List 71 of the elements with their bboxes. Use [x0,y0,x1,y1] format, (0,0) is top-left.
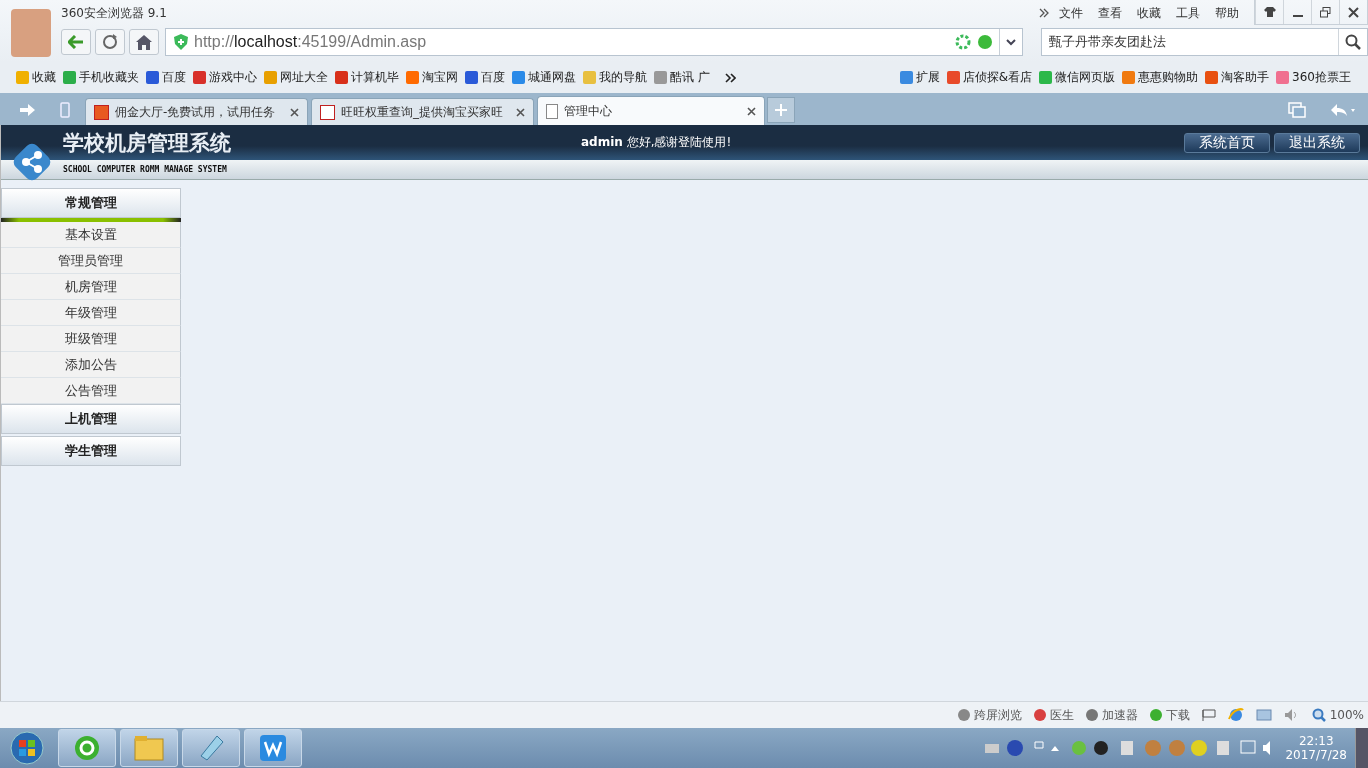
bookmark-item[interactable]: 手机收藏夹 [63,69,139,86]
status-item[interactable]: 下载 [1149,706,1190,724]
sidebar-item[interactable]: 公告管理 [1,378,181,404]
shield-icon [174,34,188,50]
home-icon [136,34,152,50]
clock-text: 22:13 2017/7/28 [1285,734,1347,762]
sidebar-section-header[interactable]: 常规管理 [1,188,181,218]
extension-item[interactable]: 扩展 [899,69,940,86]
bookmark-item[interactable]: 收藏 [16,69,56,86]
header-button[interactable]: 退出系统 [1274,132,1360,153]
refresh-button[interactable] [95,29,125,55]
zoom-level[interactable]: 100% [1311,708,1364,722]
status-item[interactable]: 加速器 [1085,706,1138,724]
site-subtitle: SCHOOL COMPUTER ROMM MANAGE SYSTEM [63,165,227,174]
bookmark-item[interactable]: 我的导航 [583,69,647,86]
menu-item[interactable]: 查看 [1098,4,1122,22]
zoom-icon [1311,708,1326,722]
more-icon[interactable] [1039,8,1049,18]
bookmark-item[interactable]: 游戏中心 [193,69,257,86]
bookmark-item[interactable]: 百度 [465,69,505,86]
more-icon[interactable] [724,72,736,83]
browser-tab[interactable]: 管理中心 [537,96,765,125]
sidebar-item[interactable]: 基本设置 [1,222,181,248]
folder-taskbar-icon[interactable] [120,729,178,767]
extension-item[interactable]: 微信网页版 [1039,69,1116,86]
header-button[interactable]: 系统首页 [1184,132,1270,153]
bookmark-item[interactable]: 百度 [146,69,186,86]
menu-item[interactable]: 收藏 [1137,4,1161,22]
sidebar-item[interactable]: 添加公告 [1,352,181,378]
status-item[interactable]: 医生 [1033,706,1074,724]
extension-item[interactable]: 360抢票王 [1276,69,1351,86]
browser-tab[interactable]: 佣金大厅-免费试用，试用任务 [85,98,308,125]
browser-tab[interactable]: 旺旺权重查询_提供淘宝买家旺 [311,98,534,125]
window-icon[interactable] [1255,708,1272,722]
sidebar-section-header[interactable]: 上机管理 [1,404,181,434]
greeting-text: admin 您好,感谢登陆使用! [581,134,732,151]
status-item[interactable]: 跨屏浏览 [957,706,1022,724]
close-icon[interactable] [747,106,756,116]
back-arrow-icon [68,35,84,49]
sidebar-item[interactable]: 机房管理 [1,274,181,300]
menu-item[interactable]: 文件 [1059,4,1083,22]
close-icon[interactable] [516,107,525,117]
menu-item[interactable]: 帮助 [1215,4,1239,22]
home-button[interactable] [129,29,159,55]
browser-taskbar-icon[interactable] [58,729,116,767]
flag-icon[interactable] [1201,709,1216,721]
notepad-taskbar-icon[interactable] [182,729,240,767]
close-icon[interactable] [290,107,299,117]
menu-item[interactable]: 工具 [1176,4,1200,22]
bookmark-item[interactable]: 网址大全 [264,69,328,86]
refresh-icon [102,34,118,50]
extension-item[interactable]: 淘客助手 [1205,69,1270,86]
bookmark-item[interactable]: 计算机毕 [335,69,399,86]
sidebar-item[interactable]: 班级管理 [1,326,181,352]
search-field[interactable]: 甄子丹带亲友团赴法 [1041,28,1368,56]
sidebar-item[interactable]: 年级管理 [1,300,181,326]
editor-taskbar-icon[interactable] [244,729,302,767]
bookmark-item[interactable]: 城通网盘 [512,69,576,86]
back-button[interactable] [61,29,91,55]
bookmark-item[interactable]: 淘宝网 [406,69,458,86]
extension-item[interactable]: 惠惠购物助 [1122,69,1199,86]
sidebar-section-header[interactable]: 学生管理 [1,436,181,466]
window-title: 360安全浏览器 9.1 [61,4,167,22]
bookmark-item[interactable]: 酷讯 广 [654,69,710,86]
sidebar-item[interactable]: 管理员管理 [1,248,181,274]
plus-icon [775,104,787,116]
address-bar[interactable]: http://localhost:45199/Admin.asp [165,28,1023,56]
show-desktop-button[interactable] [1355,728,1368,768]
new-tab-button[interactable] [767,97,795,123]
site-title: 学校机房管理系统 [63,129,231,157]
extension-item[interactable]: 店侦探&看店 [946,69,1033,86]
